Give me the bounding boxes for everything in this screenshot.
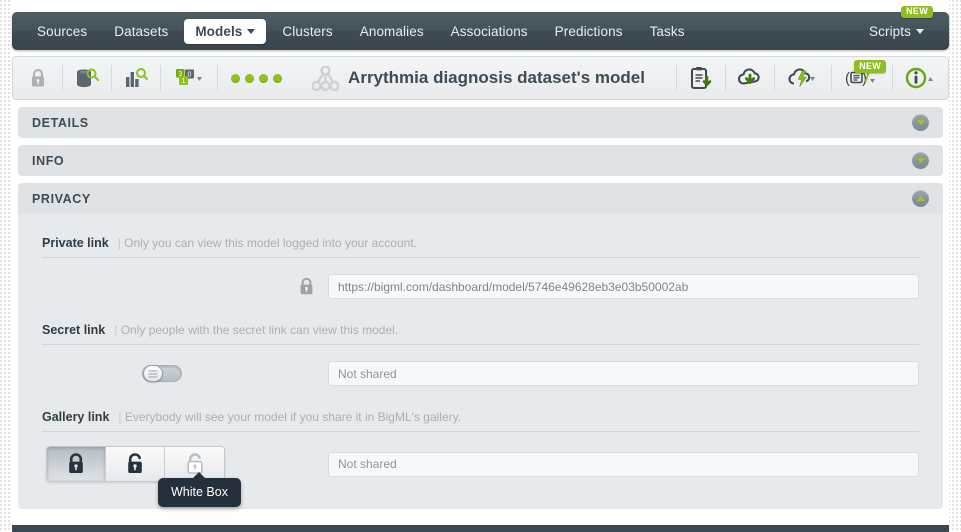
- chevron-down-icon: [916, 28, 924, 34]
- toolbar-divider: [831, 65, 832, 91]
- dataset-search-icon[interactable]: [70, 63, 104, 93]
- clipboard-download-icon[interactable]: [684, 63, 718, 93]
- secret-link-label-row: Secret link Only people with the secret …: [42, 323, 919, 345]
- gallery-link-description: Everybody will see your model if you sha…: [118, 410, 461, 424]
- section-details: DETAILS: [18, 107, 943, 138]
- section-privacy: PRIVACY Private link Only you can view t…: [18, 183, 943, 509]
- chevron-up-icon[interactable]: [912, 190, 929, 207]
- status-dot: [259, 73, 268, 83]
- open-lock-dark-icon: [128, 453, 142, 473]
- chevron-down-icon[interactable]: [912, 152, 929, 169]
- toolbar-divider: [62, 65, 63, 91]
- gallery-link-label: Gallery link: [42, 410, 110, 424]
- section-title: DETAILS: [32, 115, 89, 130]
- cloud-download-icon[interactable]: [733, 63, 767, 93]
- section-header-privacy[interactable]: PRIVACY: [18, 183, 943, 214]
- page-title: Arrythmia diagnosis dataset's model: [348, 68, 645, 87]
- toolbar-divider: [725, 65, 726, 91]
- section-title: INFO: [32, 153, 65, 168]
- nav-item-anomalies[interactable]: Anomalies: [349, 19, 435, 44]
- gallery-link-value[interactable]: Not shared: [328, 451, 919, 477]
- gallery-lock-group-wrap: [42, 446, 328, 482]
- private-link-label-row: Private link Only you can view this mode…: [42, 236, 919, 258]
- nav-item-label: Models: [195, 23, 243, 39]
- status-dot: [273, 73, 282, 83]
- lock-icon: [300, 277, 313, 295]
- script-icon[interactable]: ( ) NEW: [839, 60, 886, 93]
- model-title-wrap: Arrythmia diagnosis dataset's model: [288, 65, 669, 91]
- histogram-search-icon[interactable]: [119, 63, 153, 93]
- toolbar-divider: [774, 65, 775, 91]
- nav-item-scripts[interactable]: Scripts: [858, 19, 935, 44]
- privacy-lock-icon[interactable]: [21, 63, 55, 93]
- secret-link-label: Secret link: [42, 323, 106, 337]
- gallery-link-label-row: Gallery link Everybody will see your mod…: [42, 410, 919, 432]
- top-navigation-bar: Sources Datasets Models Clusters Anomali…: [12, 5, 949, 50]
- info-circle-icon[interactable]: [900, 63, 940, 93]
- nav-item-clusters[interactable]: Clusters: [271, 19, 343, 44]
- nav-item-sources[interactable]: Sources: [26, 19, 98, 44]
- status-dot: [245, 73, 254, 83]
- nav-item-label: Clusters: [282, 23, 333, 39]
- secret-toggle-wrap: [42, 365, 328, 382]
- toolbar-divider: [111, 65, 112, 91]
- nav-item-label: Scripts: [869, 23, 911, 39]
- nav-item-label: Predictions: [554, 23, 623, 39]
- nav-item-datasets[interactable]: Datasets: [103, 19, 179, 44]
- gallery-black-box-button[interactable]: [106, 447, 165, 481]
- private-link-control-row: https://bigml.com/dashboard/model/5746e4…: [42, 274, 919, 299]
- private-link-label: Private link: [42, 236, 109, 250]
- private-link-url-input[interactable]: https://bigml.com/dashboard/model/5746e4…: [328, 274, 919, 299]
- private-link-icon-wrap: [42, 277, 328, 296]
- svg-text:0: 0: [188, 72, 192, 79]
- private-link-description: Only you can view this model logged into…: [118, 236, 417, 250]
- lightning-cloud-icon[interactable]: [782, 63, 824, 93]
- gallery-private-button[interactable]: [47, 447, 106, 481]
- nav-item-models[interactable]: Models: [184, 18, 267, 44]
- footer-bar: [12, 525, 949, 532]
- nav-item-label: Anomalies: [359, 23, 424, 39]
- section-header-details[interactable]: DETAILS: [18, 107, 943, 138]
- nav-item-label: Datasets: [114, 23, 169, 39]
- toolbar-divider: [160, 65, 161, 91]
- nav-item-tasks[interactable]: Tasks: [639, 19, 696, 44]
- toolbar-divider: [676, 65, 677, 91]
- nav-item-label: Tasks: [649, 23, 685, 39]
- section-title: PRIVACY: [32, 191, 91, 206]
- nav-scripts-wrap: Scripts NEW: [858, 5, 935, 44]
- toggle-knob: [143, 365, 163, 382]
- section-info: INFO: [18, 145, 943, 176]
- chevron-down-icon[interactable]: [912, 114, 929, 131]
- toolbar-divider: [892, 65, 893, 91]
- closed-lock-icon: [69, 453, 83, 473]
- status-dot: [231, 73, 240, 83]
- secret-link-value[interactable]: Not shared: [328, 361, 919, 386]
- svg-text:1: 1: [181, 76, 185, 85]
- privacy-body: Private link Only you can view this mode…: [18, 214, 943, 482]
- chevron-down-icon: [247, 28, 256, 34]
- svg-text:(: (: [845, 70, 850, 87]
- white-box-tooltip: White Box: [158, 472, 241, 507]
- secret-link-control-row: Not shared: [42, 361, 919, 386]
- nav-item-label: Associations: [450, 23, 528, 39]
- toolbar-divider: [217, 65, 218, 91]
- nav-item-predictions[interactable]: Predictions: [544, 19, 634, 44]
- object-toolbar: 0 3 1 Arrythmia diagnosis dataset's mode…: [12, 56, 949, 100]
- model-tree-icon: [312, 65, 340, 91]
- new-badge: NEW: [901, 5, 933, 18]
- fields-count-icon[interactable]: 0 3 1: [168, 63, 210, 93]
- status-dots: [225, 73, 288, 83]
- secret-link-toggle[interactable]: [142, 365, 182, 382]
- new-badge: NEW: [854, 60, 886, 73]
- gallery-link-control-row: Not shared: [42, 446, 919, 482]
- section-header-info[interactable]: INFO: [18, 145, 943, 176]
- nav-item-associations[interactable]: Associations: [440, 19, 539, 44]
- secret-link-description: Only people with the secret link can vie…: [114, 323, 398, 337]
- nav-item-label: Sources: [37, 23, 88, 39]
